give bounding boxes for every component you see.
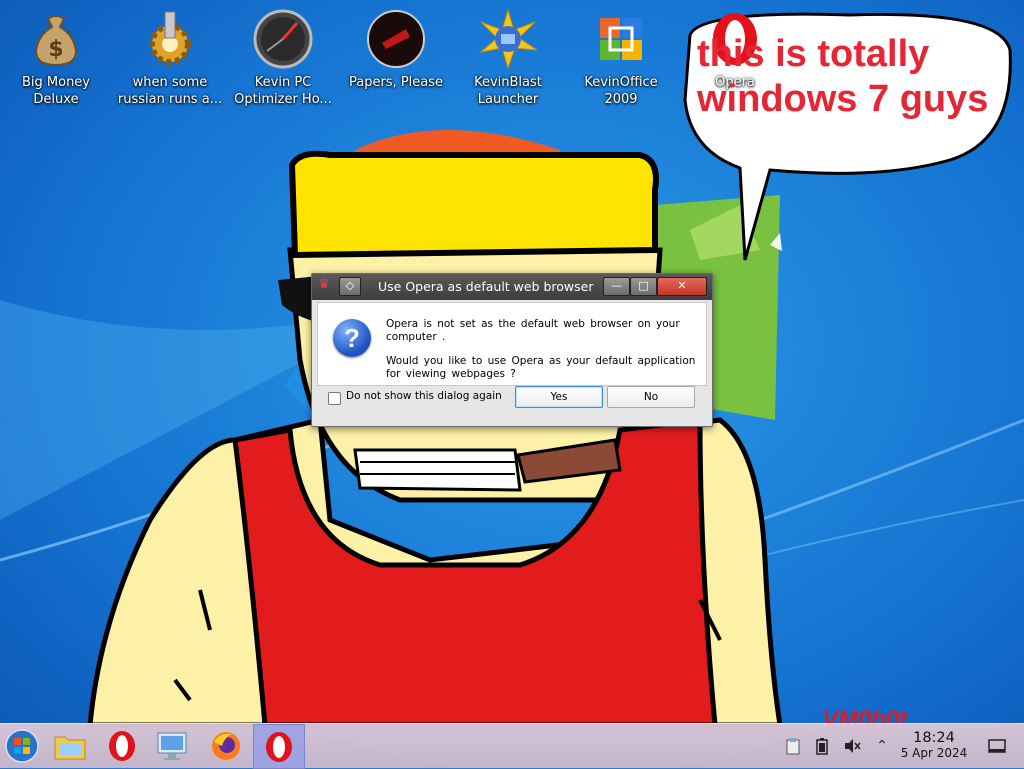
speech-bubble-text: this is totally windows 7 guys	[697, 32, 997, 122]
muted-speaker-icon[interactable]	[842, 736, 862, 756]
desktop-icon-label: russian runs a...	[117, 92, 223, 107]
taskbar-settings[interactable]	[151, 726, 195, 766]
keep-above-icon[interactable]: ◇	[339, 277, 361, 296]
blast-icon	[477, 8, 539, 70]
settings-icon	[157, 732, 187, 760]
desktop-icon-label: KevinBlast	[474, 75, 542, 90]
desktop-icon-russian[interactable]: when some russian runs a...	[114, 8, 226, 108]
office-icon	[590, 8, 652, 70]
start-orb-icon	[5, 729, 39, 763]
no-button[interactable]: No	[607, 386, 695, 408]
minimize-button[interactable]: —	[603, 277, 630, 296]
taskbar-firefox[interactable]	[204, 726, 248, 766]
desktop-icon-label: Papers, Please	[348, 75, 444, 90]
do-not-show-label[interactable]: Do not show this dialog again	[346, 390, 502, 402]
file-explorer-icon	[54, 736, 86, 760]
close-button[interactable]: ✕	[657, 277, 707, 296]
desktop-icon-kevinblast-launcher[interactable]: KevinBlast Launcher	[452, 8, 564, 108]
dialog-titlebar[interactable]: ♛ ◇ Use Opera as default web browser — □…	[312, 274, 712, 300]
default-browser-dialog: ♛ ◇ Use Opera as default web browser — □…	[311, 273, 713, 427]
desktop-icon-label: Kevin PC	[254, 75, 312, 90]
papers-please-icon	[365, 8, 427, 70]
show-desktop-icon[interactable]	[987, 736, 1007, 756]
start-button[interactable]	[0, 726, 44, 766]
maximize-button[interactable]: □	[630, 277, 657, 296]
firefox-icon	[212, 732, 240, 760]
gear-icon	[139, 8, 201, 70]
bubble-line-1: this is totally	[697, 33, 930, 75]
desktop-icon-papers-please[interactable]: Papers, Please	[340, 8, 452, 91]
do-not-show-checkbox[interactable]	[328, 392, 341, 405]
clipboard-icon[interactable]	[783, 736, 803, 756]
desktop-icon-label: when some	[132, 75, 208, 90]
money-bag-icon: $	[25, 8, 87, 70]
message-line-2: Would you like to use Opera as your defa…	[386, 355, 696, 380]
window-menu-icon[interactable]: ♛	[316, 277, 332, 294]
desktop-icon-label: 2009	[604, 92, 638, 107]
dialog-title: Use Opera as default web browser	[378, 279, 594, 294]
opera-icon	[266, 731, 292, 762]
taskbar-opera-active[interactable]	[253, 724, 305, 769]
dialog-message: Opera is not set as the default web brow…	[386, 318, 702, 392]
desktop-icon-kevin-pc-optimizer[interactable]: Kevin PC Optimizer Ho...	[227, 8, 339, 108]
opera-icon	[109, 731, 135, 761]
taskbar-file-explorer[interactable]	[48, 726, 92, 766]
bubble-line-2: windows 7 guys	[697, 78, 989, 120]
desktop-icon-label: Launcher	[477, 92, 539, 107]
system-clock[interactable]: 18:24 5 Apr 2024	[896, 730, 972, 761]
clock-time: 18:24	[913, 730, 955, 746]
question-icon: ?	[333, 319, 371, 357]
desktop-icon-kevinoffice-2009[interactable]: KevinOffice 2009	[565, 8, 677, 108]
desktop-icon-label: Big Money	[21, 75, 90, 90]
svg-text:$: $	[48, 37, 63, 62]
battery-icon[interactable]	[812, 736, 832, 756]
speedometer-icon	[252, 8, 314, 70]
chevron-up-icon[interactable]: ⌃	[872, 736, 892, 756]
taskbar-opera[interactable]	[100, 726, 144, 766]
message-line-1: Opera is not set as the default web brow…	[386, 318, 680, 343]
desktop-icon-big-money-deluxe[interactable]: $ Big Money Deluxe	[0, 8, 112, 108]
desktop-icon-label: Optimizer Ho...	[234, 92, 332, 107]
yes-button[interactable]: Yes	[515, 386, 603, 408]
desktop-icon-label: Deluxe	[33, 92, 79, 107]
taskbar: ⌃ 18:24 5 Apr 2024	[0, 723, 1024, 769]
clock-date: 5 Apr 2024	[900, 746, 968, 760]
desktop-icon-label: KevinOffice	[584, 75, 658, 90]
dialog-body: ? Opera is not set as the default web br…	[317, 302, 707, 386]
